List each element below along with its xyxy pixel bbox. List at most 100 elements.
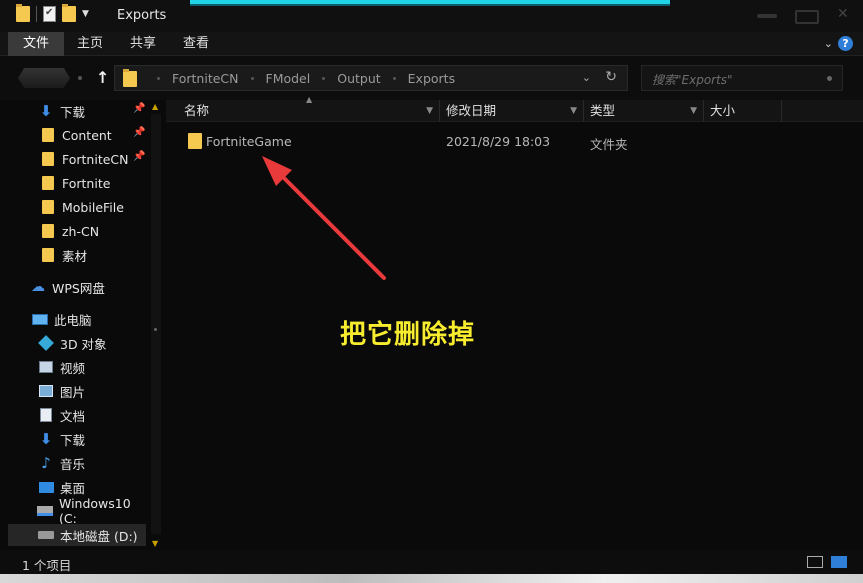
column-dropdown-icon[interactable]: ▼ bbox=[690, 100, 697, 122]
column-size[interactable]: 大小 bbox=[704, 100, 782, 122]
sidebar-item-content[interactable]: Content 📌 bbox=[0, 124, 150, 146]
scroll-up-icon[interactable]: ▲ bbox=[152, 102, 158, 111]
table-row[interactable]: FortniteGame 2021/8/29 18:03 文件夹 bbox=[166, 130, 863, 152]
scrollbar-track[interactable] bbox=[151, 114, 161, 534]
computer-icon bbox=[32, 311, 48, 327]
large-icons-view-icon[interactable] bbox=[831, 556, 847, 568]
address-folder-icon bbox=[123, 69, 137, 87]
scroll-thumb[interactable] bbox=[154, 328, 157, 331]
sidebar-item-documents[interactable]: 文档 bbox=[0, 404, 150, 426]
sidebar-item-label: 文档 bbox=[60, 408, 86, 424]
sidebar-item-zh-cn[interactable]: zh-CN bbox=[0, 220, 150, 242]
pin-icon: 📌 bbox=[133, 127, 146, 138]
sidebar-item-videos[interactable]: 视频 bbox=[0, 356, 150, 378]
breadcrumb-item[interactable]: Output bbox=[337, 71, 380, 86]
sidebar-item-label: 图片 bbox=[60, 384, 86, 400]
download-icon: ⬇ bbox=[39, 102, 53, 120]
sidebar-item-music[interactable]: ♪ 音乐 bbox=[0, 452, 150, 474]
view-toggle bbox=[807, 556, 847, 568]
close-button[interactable] bbox=[825, 6, 863, 24]
sidebar-item-drive-d[interactable]: 本地磁盘 (D:) bbox=[8, 524, 146, 546]
search-box[interactable]: 搜索"Exports" bbox=[641, 65, 843, 91]
status-bar: 1 个项目 bbox=[0, 550, 863, 574]
maximize-button[interactable] bbox=[787, 6, 825, 24]
pin-icon: 📌 bbox=[133, 103, 146, 114]
navigation-bar: ↑ FortniteCN FModel Output Exports ⌄ ↻ 搜… bbox=[0, 56, 863, 100]
properties-icon[interactable] bbox=[43, 6, 56, 22]
search-input[interactable]: 搜索"Exports" bbox=[652, 71, 733, 88]
column-type[interactable]: 类型 ▼ bbox=[584, 100, 704, 122]
sidebar-item-this-pc[interactable]: 此电脑 bbox=[0, 308, 150, 330]
title-accent-strip bbox=[190, 0, 670, 6]
sidebar-item-pictures[interactable]: 图片 bbox=[0, 380, 150, 402]
tab-view[interactable]: 查看 bbox=[170, 32, 222, 56]
address-history-chevron-icon[interactable]: ⌄ bbox=[582, 71, 591, 84]
desktop-icon bbox=[38, 479, 54, 495]
sidebar-item-wps-cloud[interactable]: ☁ WPS网盘 bbox=[0, 276, 150, 298]
search-icon[interactable] bbox=[827, 76, 832, 81]
column-date-modified[interactable]: 修改日期 ▼ bbox=[440, 100, 584, 122]
annotation-text: 把它删除掉 bbox=[340, 320, 476, 350]
breadcrumb-item[interactable]: FModel bbox=[266, 71, 311, 86]
windows-drive-icon bbox=[36, 503, 53, 519]
scroll-down-icon[interactable]: ▼ bbox=[152, 539, 158, 548]
sidebar-item-fortnite[interactable]: Fortnite bbox=[0, 172, 150, 194]
annotation-arrow-shaft bbox=[268, 162, 386, 280]
breadcrumb-item[interactable]: FortniteCN bbox=[172, 71, 239, 86]
video-icon bbox=[38, 359, 54, 375]
sidebar-item-fortnitecn[interactable]: FortniteCN 📌 bbox=[0, 148, 150, 170]
sidebar-item-desktop[interactable]: 桌面 bbox=[0, 476, 150, 498]
column-dropdown-icon[interactable]: ▼ bbox=[426, 100, 433, 122]
breadcrumb-item[interactable]: Exports bbox=[408, 71, 455, 86]
help-icon[interactable]: ? bbox=[838, 36, 853, 51]
tab-share[interactable]: 共享 bbox=[116, 32, 170, 56]
annotation-arrow bbox=[262, 156, 386, 280]
navigation-scrollbar[interactable]: ▲ ▼ bbox=[150, 100, 162, 550]
sidebar-item-assets[interactable]: 素材 bbox=[0, 244, 150, 266]
breadcrumb-separator bbox=[322, 77, 326, 80]
recent-locations-icon[interactable] bbox=[78, 76, 82, 80]
sidebar-item-label: 下载 bbox=[60, 432, 86, 448]
3d-objects-icon bbox=[38, 335, 54, 351]
sidebar-item-label: Fortnite bbox=[62, 175, 111, 191]
download-icon: ⬇ bbox=[39, 430, 53, 448]
details-view-icon[interactable] bbox=[807, 556, 823, 568]
sidebar-item-mobilefile[interactable]: MobileFile bbox=[0, 196, 150, 218]
back-forward-emblem-icon[interactable] bbox=[18, 68, 70, 88]
address-bar[interactable]: FortniteCN FModel Output Exports ⌄ ↻ bbox=[114, 65, 628, 91]
folder-icon[interactable] bbox=[16, 4, 30, 22]
sidebar-item-downloads-pc[interactable]: ⬇ 下载 bbox=[0, 428, 150, 450]
folder-icon bbox=[40, 151, 56, 167]
file-modified: 2021/8/29 18:03 bbox=[446, 134, 551, 149]
up-arrow-icon[interactable]: ↑ bbox=[96, 68, 109, 87]
column-label: 名称 bbox=[184, 103, 210, 118]
column-dropdown-icon[interactable]: ▼ bbox=[570, 100, 577, 122]
folder-icon bbox=[40, 127, 56, 143]
music-icon: ♪ bbox=[41, 454, 51, 472]
sidebar-item-label: FortniteCN bbox=[62, 151, 129, 167]
minimize-button[interactable] bbox=[749, 6, 787, 24]
pin-icon: 📌 bbox=[133, 151, 146, 162]
ribbon-tabs: 文件 主页 共享 查看 ⌄ ? bbox=[0, 32, 863, 56]
new-folder-icon[interactable] bbox=[62, 4, 76, 22]
sidebar-item-label: 此电脑 bbox=[54, 312, 92, 328]
sidebar-item-label: Content bbox=[62, 127, 112, 143]
ribbon-expand-chevron-icon[interactable]: ⌄ bbox=[824, 37, 833, 50]
customize-toolbar-icon[interactable]: ▼ bbox=[82, 9, 89, 19]
refresh-icon[interactable]: ↻ bbox=[605, 69, 617, 85]
sidebar-item-drive-c[interactable]: Windows10 (C: bbox=[0, 496, 150, 526]
sidebar-item-label: WPS网盘 bbox=[52, 280, 105, 296]
picture-icon bbox=[38, 383, 54, 399]
navigation-pane: ⬇ 下载 📌 Content 📌 FortniteCN 📌 Fortnite M… bbox=[0, 100, 150, 550]
folder-icon bbox=[40, 175, 56, 191]
tab-file[interactable]: 文件 bbox=[8, 32, 64, 56]
sidebar-item-label: 音乐 bbox=[60, 456, 86, 472]
desktop-background bbox=[0, 574, 863, 583]
sidebar-item-label: 视频 bbox=[60, 360, 86, 376]
sidebar-item-downloads[interactable]: ⬇ 下载 📌 bbox=[0, 100, 150, 122]
sidebar-item-3d-objects[interactable]: 3D 对象 bbox=[0, 332, 150, 354]
item-count: 1 个项目 bbox=[22, 558, 72, 573]
file-name[interactable]: FortniteGame bbox=[206, 134, 292, 149]
column-name[interactable]: 名称 ▼ bbox=[166, 100, 440, 122]
tab-home[interactable]: 主页 bbox=[64, 32, 116, 56]
